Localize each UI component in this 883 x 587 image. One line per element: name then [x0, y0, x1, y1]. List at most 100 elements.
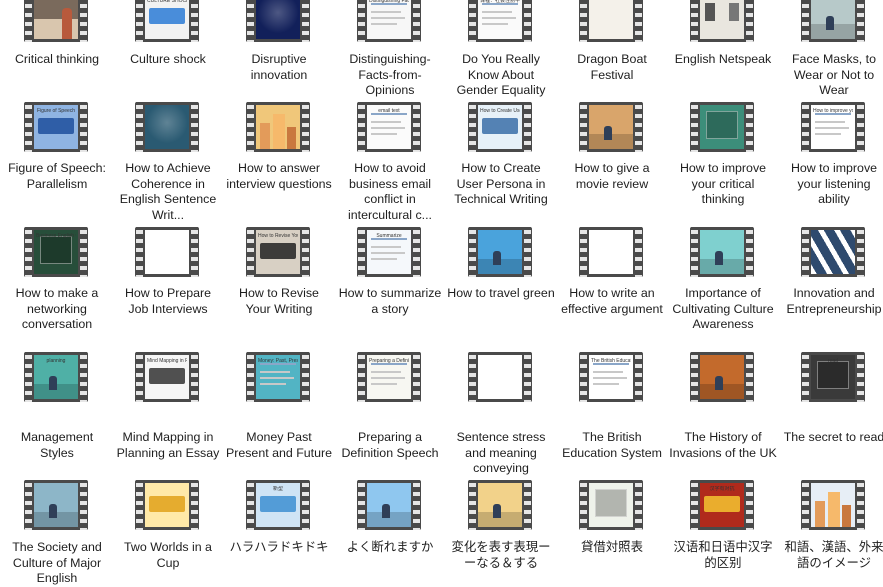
video-tile[interactable]: How to Revise Your Writing How to Revise …	[224, 227, 332, 316]
film-strip-thumbnail[interactable]	[357, 480, 421, 530]
video-title[interactable]: The British Education System	[557, 430, 667, 461]
video-tile[interactable]: Business English Course How to make a net…	[2, 227, 110, 331]
film-strip-thumbnail[interactable]	[468, 480, 532, 530]
video-tile[interactable]: How to improve your listening ability How…	[779, 102, 883, 206]
video-tile[interactable]: Innovation and Entrepreneurship	[779, 227, 883, 316]
film-strip-thumbnail[interactable]: Distinguishing Facts from Opinions	[357, 0, 421, 42]
video-tile[interactable]: Figure of Speech Figure of Speech: Parall…	[2, 102, 110, 191]
film-strip-thumbnail[interactable]	[801, 480, 865, 530]
video-title[interactable]: The History of Invasions of the UK	[668, 430, 778, 461]
video-tile[interactable]: planning Management Styles	[2, 352, 110, 460]
film-strip-thumbnail[interactable]	[690, 352, 754, 402]
video-title[interactable]: Mind Mapping in Planning an Essay	[113, 430, 223, 461]
video-title[interactable]: How to Revise Your Writing	[224, 286, 334, 317]
film-strip-thumbnail[interactable]	[135, 480, 199, 530]
video-tile[interactable]: email text How to avoid business email co…	[335, 102, 443, 222]
video-tile[interactable]: How to travel green	[446, 227, 555, 300]
film-strip-thumbnail[interactable]	[246, 102, 310, 152]
video-title[interactable]: Figure of Speech: Parallelism	[2, 161, 112, 192]
video-tile[interactable]: Sentence stress and meaning conveying	[446, 352, 554, 475]
video-tile[interactable]: Mind Mapping in Planning an Essay Mind Ma…	[113, 352, 221, 460]
video-title[interactable]: How to Achieve Coherence in English Sent…	[113, 161, 223, 223]
video-title[interactable]: The secret to read	[779, 430, 883, 446]
video-tile[interactable]: Critical thinking	[2, 0, 110, 66]
film-strip-thumbnail[interactable]: CULTURE SHOCK	[135, 0, 199, 42]
film-strip-thumbnail[interactable]: How to Revise Your Writing	[246, 227, 310, 277]
video-title[interactable]: English Netspeak	[668, 52, 778, 68]
film-strip-thumbnail[interactable]	[801, 227, 865, 277]
video-title[interactable]: How to answer interview questions	[224, 161, 334, 192]
film-strip-thumbnail[interactable]: email text	[357, 102, 421, 152]
film-strip-thumbnail[interactable]	[579, 0, 643, 42]
video-tile[interactable]: 课程：社会性别平等 Do You Really Know About Gender…	[446, 0, 554, 97]
video-tile[interactable]: よく断れますか	[335, 480, 443, 554]
video-tile[interactable]: The History of Invasions of the UK	[668, 352, 777, 460]
video-title[interactable]: Preparing a Definition Speech	[335, 430, 445, 461]
film-strip-thumbnail[interactable]	[468, 352, 532, 402]
film-strip-thumbnail[interactable]: Figure of Speech	[24, 102, 88, 152]
video-tile[interactable]: Face Masks, to Wear or Not to Wear	[779, 0, 883, 97]
video-tile[interactable]: Two Worlds in a Cup	[113, 480, 221, 570]
video-title[interactable]: How to give a movie review	[557, 161, 667, 192]
film-strip-thumbnail[interactable]: 汉字有对抗	[690, 480, 754, 530]
film-strip-thumbnail[interactable]: Preparing a Definition Speech	[357, 352, 421, 402]
video-title[interactable]: Importance of Cultivating Culture Awaren…	[668, 286, 778, 333]
video-tile[interactable]: How to improve your critical thinking	[668, 102, 776, 206]
film-strip-thumbnail[interactable]	[801, 0, 865, 42]
video-tile[interactable]: Dragon Boat Festival	[557, 0, 665, 82]
film-strip-thumbnail[interactable]: 新型	[246, 480, 310, 530]
video-tile[interactable]: Summarize How to summarize a story	[335, 227, 443, 316]
video-title[interactable]: Two Worlds in a Cup	[113, 540, 223, 571]
film-strip-thumbnail[interactable]: Summarize	[357, 227, 421, 277]
film-strip-thumbnail[interactable]	[24, 0, 88, 42]
video-title[interactable]: Dragon Boat Festival	[557, 52, 667, 83]
video-tile[interactable]: English Netspeak	[668, 0, 776, 66]
video-tile[interactable]: 新型ハラハラドキドキ	[224, 480, 332, 554]
film-strip-thumbnail[interactable]	[579, 227, 643, 277]
video-title[interactable]: Management Styles	[2, 430, 112, 461]
video-tile[interactable]: How to Create User Persona How to Create …	[446, 102, 554, 206]
video-tile[interactable]: Importance of Cultivating Culture Awaren…	[668, 227, 776, 331]
video-tile[interactable]: 貸借対照表	[557, 480, 665, 554]
video-tile[interactable]: How to give a movie review	[557, 102, 665, 191]
video-title[interactable]: Critical thinking	[2, 52, 112, 68]
video-tile[interactable]: Distinguishing Facts from Opinions Distin…	[335, 0, 443, 97]
video-tile[interactable]: The Society and Culture of Major English	[2, 480, 110, 585]
film-strip-thumbnail[interactable]	[579, 480, 643, 530]
video-title[interactable]: How to Create User Persona in Technical …	[446, 161, 556, 208]
video-title[interactable]: How to travel green	[446, 286, 556, 302]
film-strip-thumbnail[interactable]: Money: Past, Present and Future	[246, 352, 310, 402]
video-title[interactable]: ハラハラドキドキ	[224, 540, 334, 556]
film-strip-thumbnail[interactable]: How to improve your listening ability	[801, 102, 865, 152]
video-title[interactable]: How to improve your critical thinking	[668, 161, 778, 208]
video-title[interactable]: Innovation and Entrepreneurship	[779, 286, 883, 317]
video-title[interactable]: よく断れますか	[335, 540, 445, 556]
film-strip-thumbnail[interactable]	[690, 0, 754, 42]
film-strip-thumbnail[interactable]: Mind Mapping in Planning an Essay	[135, 352, 199, 402]
video-title[interactable]: Face Masks, to Wear or Not to Wear	[779, 52, 883, 99]
film-strip-thumbnail[interactable]: 课程：社会性别平等	[468, 0, 532, 42]
film-strip-thumbnail[interactable]	[24, 480, 88, 530]
video-tile[interactable]: 汉字有对抗汉语和日语中汉字的区别	[668, 480, 776, 570]
video-tile[interactable]: CULTURE SHOCK Culture shock	[113, 0, 221, 66]
video-tile[interactable]: Money: Past, Present and Future Money Pas…	[224, 352, 332, 460]
video-title[interactable]: How to avoid business email conflict in …	[335, 161, 445, 223]
film-strip-thumbnail[interactable]	[468, 227, 532, 277]
video-tile[interactable]: The British Education System The British …	[557, 352, 665, 460]
video-title[interactable]: 変化を表す表現ーーなる＆する	[446, 540, 556, 571]
video-tile[interactable]: How to Achieve Coherence in English Sent…	[113, 102, 221, 222]
video-title[interactable]: Disruptive innovation	[224, 52, 334, 83]
video-tile[interactable]: How to Prepare Job Interviews	[113, 227, 221, 316]
video-tile[interactable]: 和語、漢語、外来語のイメージ	[779, 480, 883, 570]
video-tile[interactable]: How to write an effective argument	[557, 227, 665, 316]
video-title[interactable]: 貸借対照表	[557, 540, 667, 556]
film-strip-thumbnail[interactable]	[690, 102, 754, 152]
film-strip-thumbnail[interactable]	[246, 0, 310, 42]
video-title[interactable]: 和語、漢語、外来語のイメージ	[779, 540, 883, 571]
video-title[interactable]: How to write an effective argument	[557, 286, 667, 317]
film-strip-thumbnail[interactable]	[579, 102, 643, 152]
film-strip-thumbnail[interactable]: How to Create User Persona	[468, 102, 532, 152]
video-title[interactable]: 汉语和日语中汉字的区别	[668, 540, 778, 571]
video-title[interactable]: Do You Really Know About Gender Equality	[446, 52, 556, 99]
video-title[interactable]: How to Prepare Job Interviews	[113, 286, 223, 317]
